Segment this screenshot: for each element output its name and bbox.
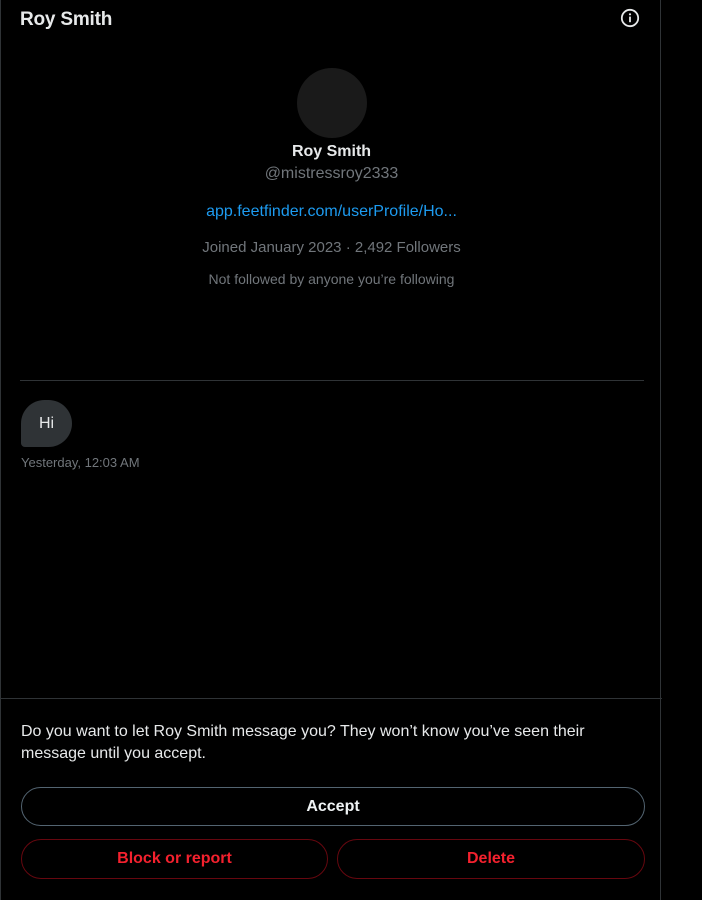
delete-button[interactable]: Delete (337, 839, 645, 879)
profile-name[interactable]: Roy Smith (1, 142, 662, 162)
message-bubble[interactable]: Hi (21, 400, 72, 447)
profile-join-followers: Joined January 2023 · 2,492 Followers (202, 239, 461, 256)
info-circle-icon (620, 8, 640, 28)
accept-button[interactable]: Accept (21, 787, 645, 826)
divider (20, 380, 644, 381)
divider (1, 698, 662, 699)
profile-website-link[interactable]: app.feetfinder.com/userProfile/Ho... (206, 202, 457, 222)
avatar[interactable] (296, 68, 367, 138)
profile-followed-by: Not followed by anyone you’re following (208, 271, 455, 287)
profile-summary: Roy Smith @mistressroy2333 app.feetfinde… (1, 68, 662, 289)
conversation-title: Roy Smith (20, 9, 113, 30)
message-text: Hi (38, 414, 55, 432)
conversation-header: Roy Smith (1, 0, 662, 40)
message-request-prompt: Do you want to let Roy Smith message you… (21, 723, 585, 762)
conversation-panel: Roy Smith Roy Smith @mistressroy2333 app… (0, 0, 662, 900)
profile-handle: @mistressroy2333 (264, 165, 399, 182)
message-timestamp: Yesterday, 12:03 AM (21, 455, 140, 470)
block-or-report-button[interactable]: Block or report (21, 839, 328, 879)
info-button[interactable] (617, 5, 643, 31)
